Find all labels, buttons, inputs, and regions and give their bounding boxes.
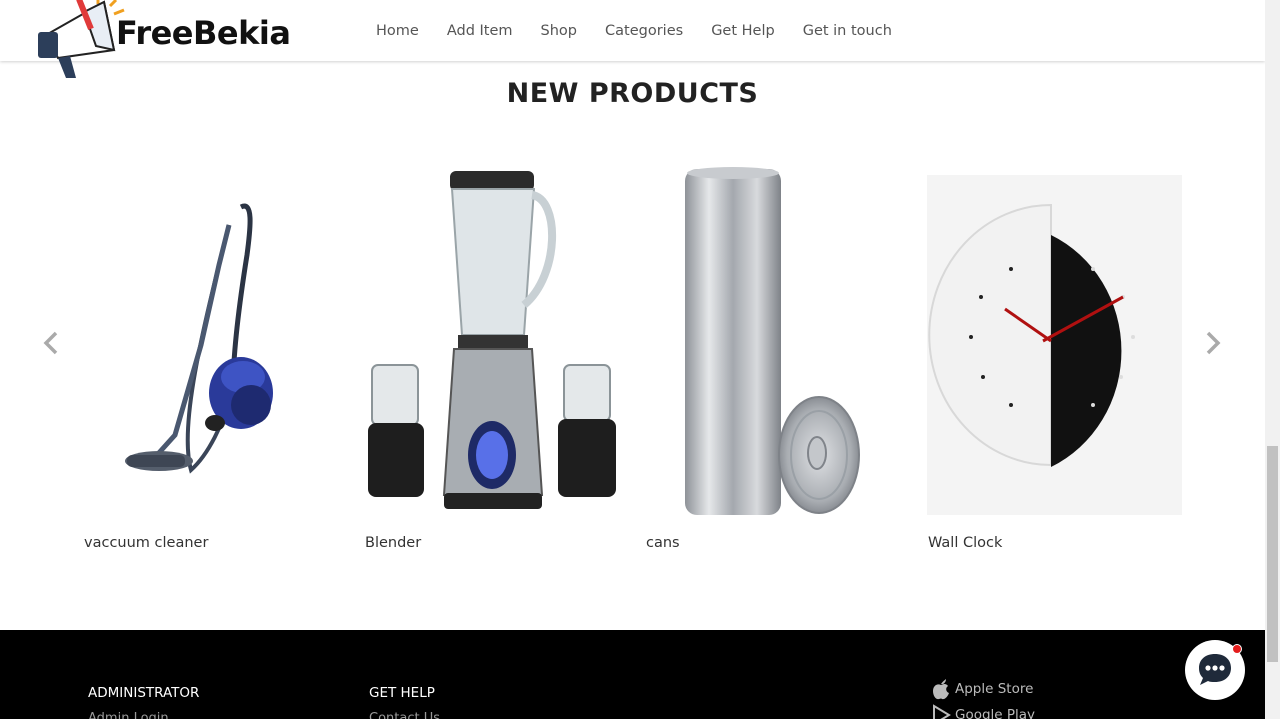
chevron-right-icon: [1206, 331, 1221, 355]
google-play-link[interactable]: Google Play: [931, 703, 1035, 719]
contact-us-link[interactable]: Contact Us: [369, 711, 440, 719]
nav-get-in-touch[interactable]: Get in touch: [803, 23, 892, 39]
blender-image: [368, 171, 616, 509]
page-scrollbar[interactable]: [1265, 0, 1280, 719]
apple-icon: [933, 679, 949, 700]
chat-button[interactable]: [1185, 640, 1245, 700]
carousel-next-button[interactable]: [1201, 330, 1225, 356]
product-card[interactable]: cans: [645, 165, 900, 560]
vacuum-cleaner-image: [125, 203, 273, 474]
carousel-prev-button[interactable]: [39, 330, 63, 356]
product-card[interactable]: Wall Clock: [927, 165, 1182, 560]
apple-store-link[interactable]: Apple Store: [931, 677, 1033, 701]
notification-badge: [1232, 644, 1242, 654]
nav-shop[interactable]: Shop: [541, 23, 577, 39]
scrollbar-thumb[interactable]: [1267, 446, 1278, 662]
google-play-label: Google Play: [955, 707, 1036, 719]
site-header: FreeBekia Home Add Item Shop Categories …: [0, 0, 1265, 78]
main-nav: Home Add Item Shop Categories Get Help G…: [362, 0, 906, 61]
nav-home[interactable]: Home: [376, 23, 419, 39]
nav-categories[interactable]: Categories: [605, 23, 683, 39]
nav-add-item[interactable]: Add Item: [447, 23, 513, 39]
brand-name: FreeBekia: [116, 14, 291, 52]
chevron-left-icon: [43, 331, 58, 355]
product-name: Blender: [365, 535, 422, 551]
product-name: cans: [646, 535, 680, 551]
section-title: NEW PRODUCTS: [506, 78, 759, 109]
footer-administrator-heading: ADMINISTRATOR: [88, 685, 200, 701]
brand-logo[interactable]: FreeBekia: [36, 0, 291, 80]
product-name: vaccuum cleaner: [84, 535, 209, 551]
product-card[interactable]: vaccuum cleaner: [83, 165, 338, 560]
google-play-icon: [933, 704, 951, 719]
apple-store-label: Apple Store: [955, 681, 1034, 697]
product-card[interactable]: Blender: [364, 165, 619, 560]
wall-clock-image: [927, 175, 1182, 515]
product-name: Wall Clock: [928, 535, 1003, 551]
nav-get-help[interactable]: Get Help: [711, 23, 775, 39]
site-footer: ADMINISTRATOR Admin Login GET HELP Conta…: [0, 630, 1265, 719]
admin-login-link[interactable]: Admin Login: [88, 711, 169, 719]
footer-get-help-heading: GET HELP: [369, 685, 435, 701]
aluminum-can-image: [685, 167, 860, 515]
megaphone-icon: [38, 0, 125, 78]
